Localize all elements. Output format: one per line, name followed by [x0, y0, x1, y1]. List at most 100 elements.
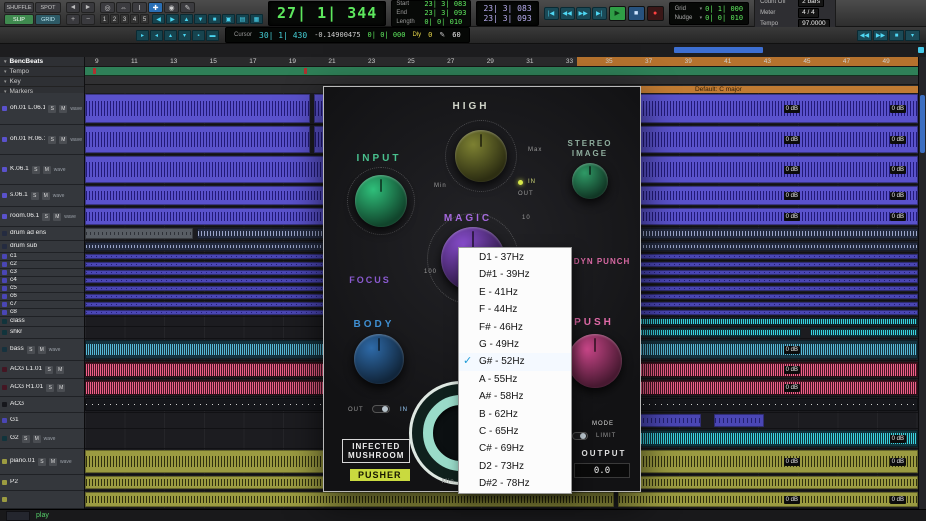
track-view-selector[interactable]: wave — [70, 137, 82, 143]
track-name[interactable]: ACG — [10, 401, 24, 408]
audio-clip[interactable] — [618, 228, 918, 239]
mute-button[interactable]: M — [41, 191, 50, 200]
audio-clip[interactable] — [618, 328, 802, 337]
edit-tool-button[interactable]: ✎ — [180, 2, 195, 13]
audio-clip[interactable] — [85, 94, 310, 123]
track-name[interactable]: shkr — [10, 329, 22, 336]
track-header[interactable]: drum sub — [0, 241, 84, 253]
mute-button[interactable]: M — [48, 457, 57, 466]
audio-clip[interactable] — [618, 126, 918, 153]
dropdown-item[interactable]: D#2 - 78Hz — [459, 475, 571, 492]
track-header[interactable]: ACG L1.01 S M — [0, 361, 84, 379]
transport-button[interactable]: ▶| — [591, 6, 607, 20]
audio-clip[interactable] — [85, 126, 310, 153]
track-header[interactable]: c4 — [0, 277, 84, 285]
track-header[interactable]: room.06.1 S Mwave — [0, 207, 84, 227]
function-button[interactable]: ▪ — [192, 29, 205, 41]
play-button[interactable]: ▶ — [608, 5, 626, 21]
track-header[interactable]: ACG — [0, 397, 84, 413]
function-button[interactable]: ▴ — [164, 29, 177, 41]
edit-mode-button[interactable]: SHUFFLE — [4, 1, 34, 13]
audio-clip[interactable] — [809, 328, 918, 337]
track-header[interactable] — [0, 491, 84, 509]
solo-button[interactable]: S — [30, 191, 39, 200]
track-name[interactable]: drum ad ens — [10, 230, 46, 237]
track-name[interactable]: bass — [10, 346, 24, 353]
pencil-icon[interactable]: ✎ — [439, 31, 445, 39]
ruler-row-tempo[interactable]: ▾ Tempo — [0, 67, 84, 77]
audio-clip[interactable] — [618, 362, 918, 377]
mute-button[interactable]: M — [42, 165, 51, 174]
track-view-selector[interactable]: wave — [70, 106, 82, 112]
function-button[interactable]: ▬ — [206, 29, 219, 41]
track-header[interactable]: ACG R1.01 S M — [0, 379, 84, 397]
mute-button[interactable]: M — [59, 104, 68, 113]
solo-button[interactable]: S — [46, 383, 55, 392]
zoom-button[interactable]: − — [81, 13, 95, 25]
session-group-row[interactable]: ▾ BencBeats — [0, 57, 84, 67]
zoom-button[interactable]: ► — [81, 1, 95, 13]
track-name[interactable]: room.06.1 — [10, 213, 39, 220]
track-name[interactable]: oh.01 R.06.1 — [10, 136, 45, 143]
collapse-icon[interactable]: ▾ — [4, 79, 7, 85]
track-header[interactable]: G1 — [0, 413, 84, 429]
solo-button[interactable]: S — [31, 165, 40, 174]
audio-clip[interactable] — [618, 302, 918, 307]
chevron-down-icon[interactable]: ▾ — [700, 6, 703, 12]
dropdown-item[interactable]: F# - 46Hz — [459, 319, 571, 336]
track-name[interactable]: c7 — [10, 301, 17, 308]
function-button[interactable]: ▤ — [236, 14, 249, 24]
function-button[interactable]: ◂ — [150, 29, 163, 41]
track-name[interactable]: c3 — [10, 269, 17, 276]
track-name[interactable]: ACG L1.01 — [10, 366, 42, 373]
track-header[interactable]: oh.01 R.06.1 S Mwave — [0, 125, 84, 155]
track-view-selector[interactable]: wave — [64, 214, 76, 220]
transport-button[interactable]: ▶▶ — [575, 6, 591, 20]
zoom-button[interactable]: ◄ — [66, 1, 80, 13]
dropdown-item[interactable]: C# - 69Hz — [459, 440, 571, 457]
audio-clip[interactable] — [618, 270, 918, 275]
function-button[interactable]: ▦ — [250, 14, 263, 24]
mute-button[interactable]: M — [59, 135, 68, 144]
audio-clip[interactable] — [618, 294, 918, 299]
body-io-toggle[interactable] — [372, 405, 390, 413]
chevron-down-icon[interactable]: ▾ — [700, 15, 703, 21]
track-name[interactable]: oh.01 L.06.1 — [10, 105, 45, 112]
nudge-value[interactable]: 0| 0| 010 — [705, 14, 743, 22]
function-button[interactable]: ▲ — [180, 14, 193, 24]
audio-clip[interactable] — [618, 476, 918, 489]
track-name[interactable]: c4 — [10, 277, 17, 284]
edit-tool-button[interactable]: ✚ — [148, 2, 163, 13]
audio-clip[interactable] — [618, 492, 918, 507]
body-in-label[interactable]: IN — [400, 407, 408, 413]
tempo-event-marker[interactable] — [93, 68, 97, 74]
audio-clip[interactable] — [618, 278, 918, 283]
vertical-scrollbar[interactable] — [918, 57, 926, 509]
key-ruler[interactable] — [85, 76, 926, 85]
solo-button[interactable]: S — [42, 212, 51, 221]
function-button[interactable]: ▸ — [136, 29, 149, 41]
track-header[interactable]: c6 — [0, 293, 84, 301]
high-out-label[interactable]: OUT — [518, 191, 534, 197]
stop-button[interactable]: ■ — [627, 5, 645, 21]
dropdown-item[interactable]: G - 49Hz — [459, 336, 571, 353]
collapse-icon[interactable]: ▾ — [4, 59, 7, 65]
zoom-preset-button[interactable]: 5 — [140, 14, 149, 24]
edit-tool-button[interactable]: I — [132, 2, 147, 13]
memory-location-segment[interactable] — [918, 47, 924, 53]
secondary-counter[interactable]: 23| 3| 083 23| 3| 093 — [476, 0, 539, 26]
audio-clip[interactable] — [618, 156, 918, 183]
grid-value[interactable]: 0| 1| 000 — [705, 5, 743, 13]
audio-clip[interactable] — [618, 380, 918, 395]
solo-button[interactable]: S — [45, 365, 54, 374]
audio-clip[interactable] — [618, 94, 918, 123]
high-in-label[interactable]: IN — [528, 179, 536, 185]
solo-button[interactable]: S — [48, 104, 57, 113]
track-name[interactable]: P2 — [10, 479, 18, 486]
track-header[interactable]: piano.01 S Mwave — [0, 449, 84, 475]
track-header[interactable]: class — [0, 317, 84, 327]
track-header[interactable]: c7 — [0, 301, 84, 309]
function-button[interactable]: ▶ — [166, 14, 179, 24]
function-button[interactable]: ▾ — [178, 29, 191, 41]
dropdown-item[interactable]: D1 - 37Hz — [459, 249, 571, 266]
